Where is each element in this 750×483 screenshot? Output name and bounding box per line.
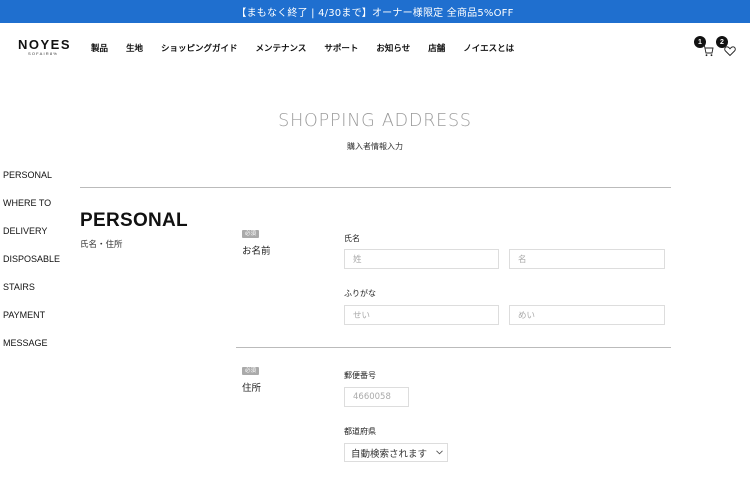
nav-item-support[interactable]: サポート	[324, 42, 358, 54]
cart-icon	[702, 45, 714, 57]
nav-item-maintenance[interactable]: メンテナンス	[256, 42, 307, 54]
section-divider	[80, 187, 671, 188]
step-nav-delivery[interactable]: DELIVERY	[3, 226, 60, 254]
first-name-kana-input[interactable]: めい	[509, 305, 665, 325]
main-nav: 製品 生地 ショッピングガイド メンテナンス サポート お知らせ 店舗 ノイエス…	[91, 42, 514, 54]
nav-item-products[interactable]: 製品	[91, 42, 108, 54]
address-row-label: 住所	[242, 383, 262, 394]
nav-item-fabrics[interactable]: 生地	[126, 42, 143, 54]
page-subtitle: 購入者情報入力	[347, 142, 403, 151]
nav-item-about[interactable]: ノイエスとは	[463, 42, 514, 54]
postal-code-label: 郵便番号	[344, 371, 376, 380]
required-badge: 必須	[242, 230, 260, 238]
name-row-label: お名前	[242, 246, 271, 257]
prefecture-select[interactable]: 自動検索されます	[344, 443, 448, 462]
step-nav-stairs[interactable]: STAIRS	[3, 282, 60, 310]
promo-banner[interactable]: 【まもなく終了 | 4/30まで】オーナー様限定 全商品5%OFF	[0, 0, 750, 23]
brand-name: NOYES	[18, 37, 72, 52]
chevron-down-icon	[436, 450, 443, 455]
row-divider	[236, 347, 671, 348]
step-nav-message[interactable]: MESSAGE	[3, 338, 60, 366]
promo-text: 【まもなく終了 | 4/30まで】オーナー様限定 全商品5%OFF	[236, 8, 514, 19]
last-name-kana-input[interactable]: せい	[344, 305, 499, 325]
step-nav: PERSONAL WHERE TO DELIVERY DISPOSABLE ST…	[3, 170, 60, 366]
page-title: SHOPPING ADDRESS	[278, 111, 472, 131]
brand-logo[interactable]: NOYES SOFAIR8%	[18, 38, 72, 57]
nav-item-news[interactable]: お知らせ	[376, 42, 410, 54]
nav-item-stores[interactable]: 店舗	[428, 42, 445, 54]
step-nav-payment[interactable]: PAYMENT	[3, 310, 60, 338]
heart-icon	[724, 46, 736, 57]
full-name-label: 氏名	[344, 234, 360, 243]
prefecture-select-value: 自動検索されます	[351, 448, 428, 460]
first-name-input[interactable]: 名	[509, 249, 665, 269]
section-subtitle: 氏名・住所	[80, 240, 123, 250]
postal-code-input[interactable]: 4660058	[344, 387, 409, 407]
favorites-button[interactable]: 2	[716, 36, 738, 59]
required-badge: 必須	[242, 367, 260, 375]
step-nav-personal[interactable]: PERSONAL	[3, 170, 60, 198]
section-title: PERSONAL	[80, 210, 188, 231]
last-name-input[interactable]: 姓	[344, 249, 499, 269]
furigana-label: ふりがな	[344, 289, 376, 298]
step-nav-disposable[interactable]: DISPOSABLE	[3, 254, 60, 282]
cart-button[interactable]: 1	[694, 36, 716, 59]
prefecture-label: 都道府県	[344, 427, 376, 436]
nav-item-shopping-guide[interactable]: ショッピングガイド	[161, 42, 238, 54]
step-nav-where-to[interactable]: WHERE TO	[3, 198, 60, 226]
